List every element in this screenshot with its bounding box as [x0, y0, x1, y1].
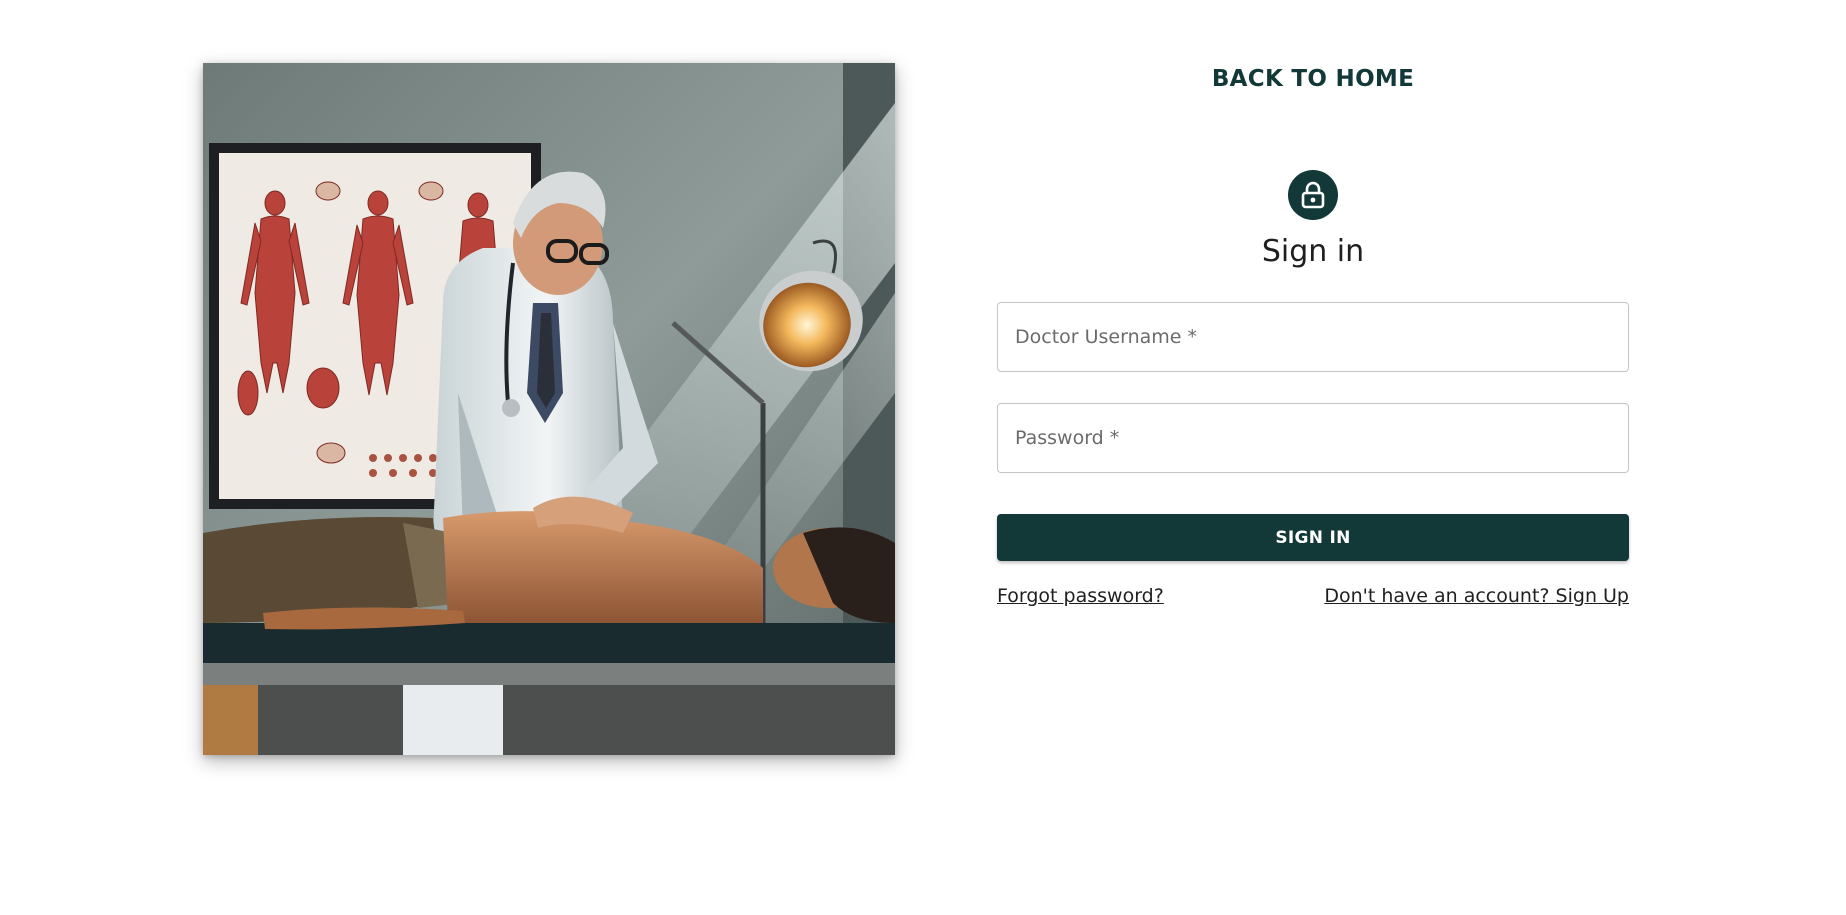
- sign-up-link[interactable]: Don't have an account? Sign Up: [1324, 585, 1629, 607]
- doctor-sign-in-page: BACK TO HOME Sign in SIGN IN Forgot pass…: [0, 0, 1846, 915]
- doctor-username-input[interactable]: [998, 303, 1628, 371]
- doctor-examining-patient-image: [203, 63, 895, 755]
- hero-image: [203, 63, 895, 755]
- lock-icon: [1301, 181, 1325, 209]
- sign-in-button[interactable]: SIGN IN: [997, 514, 1629, 561]
- back-to-home-link[interactable]: BACK TO HOME: [1100, 66, 1526, 92]
- password-field-wrapper: [997, 403, 1629, 473]
- lock-avatar: [1288, 170, 1338, 220]
- sign-in-title: Sign in: [1261, 234, 1365, 269]
- password-input[interactable]: [998, 404, 1628, 472]
- forgot-password-link[interactable]: Forgot password?: [997, 585, 1164, 607]
- username-field-wrapper: [997, 302, 1629, 372]
